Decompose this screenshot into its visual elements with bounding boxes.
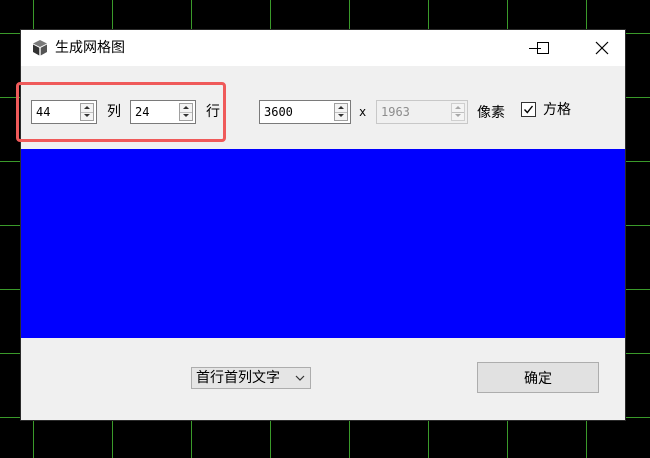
header-mode-value: 首行首列文字 (196, 370, 280, 386)
close-icon (595, 41, 609, 55)
maximize-icon (537, 42, 549, 54)
maximize-button[interactable] (520, 30, 566, 66)
height-decrement-icon (452, 112, 464, 120)
height-input (379, 103, 449, 121)
width-decrement-icon[interactable] (335, 112, 347, 120)
window-title: 生成网格图 (55, 40, 125, 56)
checkmark-icon (523, 105, 534, 114)
size-separator: x (359, 105, 367, 119)
width-input[interactable] (262, 103, 332, 121)
columns-spinbox[interactable] (31, 100, 97, 124)
width-spinbox[interactable] (259, 100, 351, 124)
chevron-down-icon (295, 375, 305, 381)
cube-icon (31, 39, 49, 57)
height-stepper (451, 103, 465, 121)
columns-decrement-icon[interactable] (81, 112, 93, 120)
rows-input[interactable] (133, 103, 177, 121)
columns-stepper[interactable] (80, 103, 94, 121)
square-label: 方格 (543, 102, 571, 118)
columns-label: 列 (107, 104, 121, 120)
columns-input[interactable] (34, 103, 78, 121)
grid-preview (21, 149, 625, 338)
height-spinbox (376, 100, 468, 124)
title-bar[interactable]: 生成网格图 (21, 30, 625, 66)
grid-dialog-window: 生成网格图 列 (16, 30, 625, 420)
rows-stepper[interactable] (179, 103, 193, 121)
pixel-unit-label: 像素 (477, 105, 505, 121)
header-mode-select[interactable]: 首行首列文字 (191, 367, 311, 389)
rows-label: 行 (206, 104, 220, 120)
close-button[interactable] (579, 30, 625, 66)
ok-button[interactable]: 确定 (477, 362, 599, 393)
square-checkbox[interactable] (521, 102, 536, 117)
rows-spinbox[interactable] (130, 100, 196, 124)
rows-decrement-icon[interactable] (180, 112, 192, 120)
width-stepper[interactable] (334, 103, 348, 121)
